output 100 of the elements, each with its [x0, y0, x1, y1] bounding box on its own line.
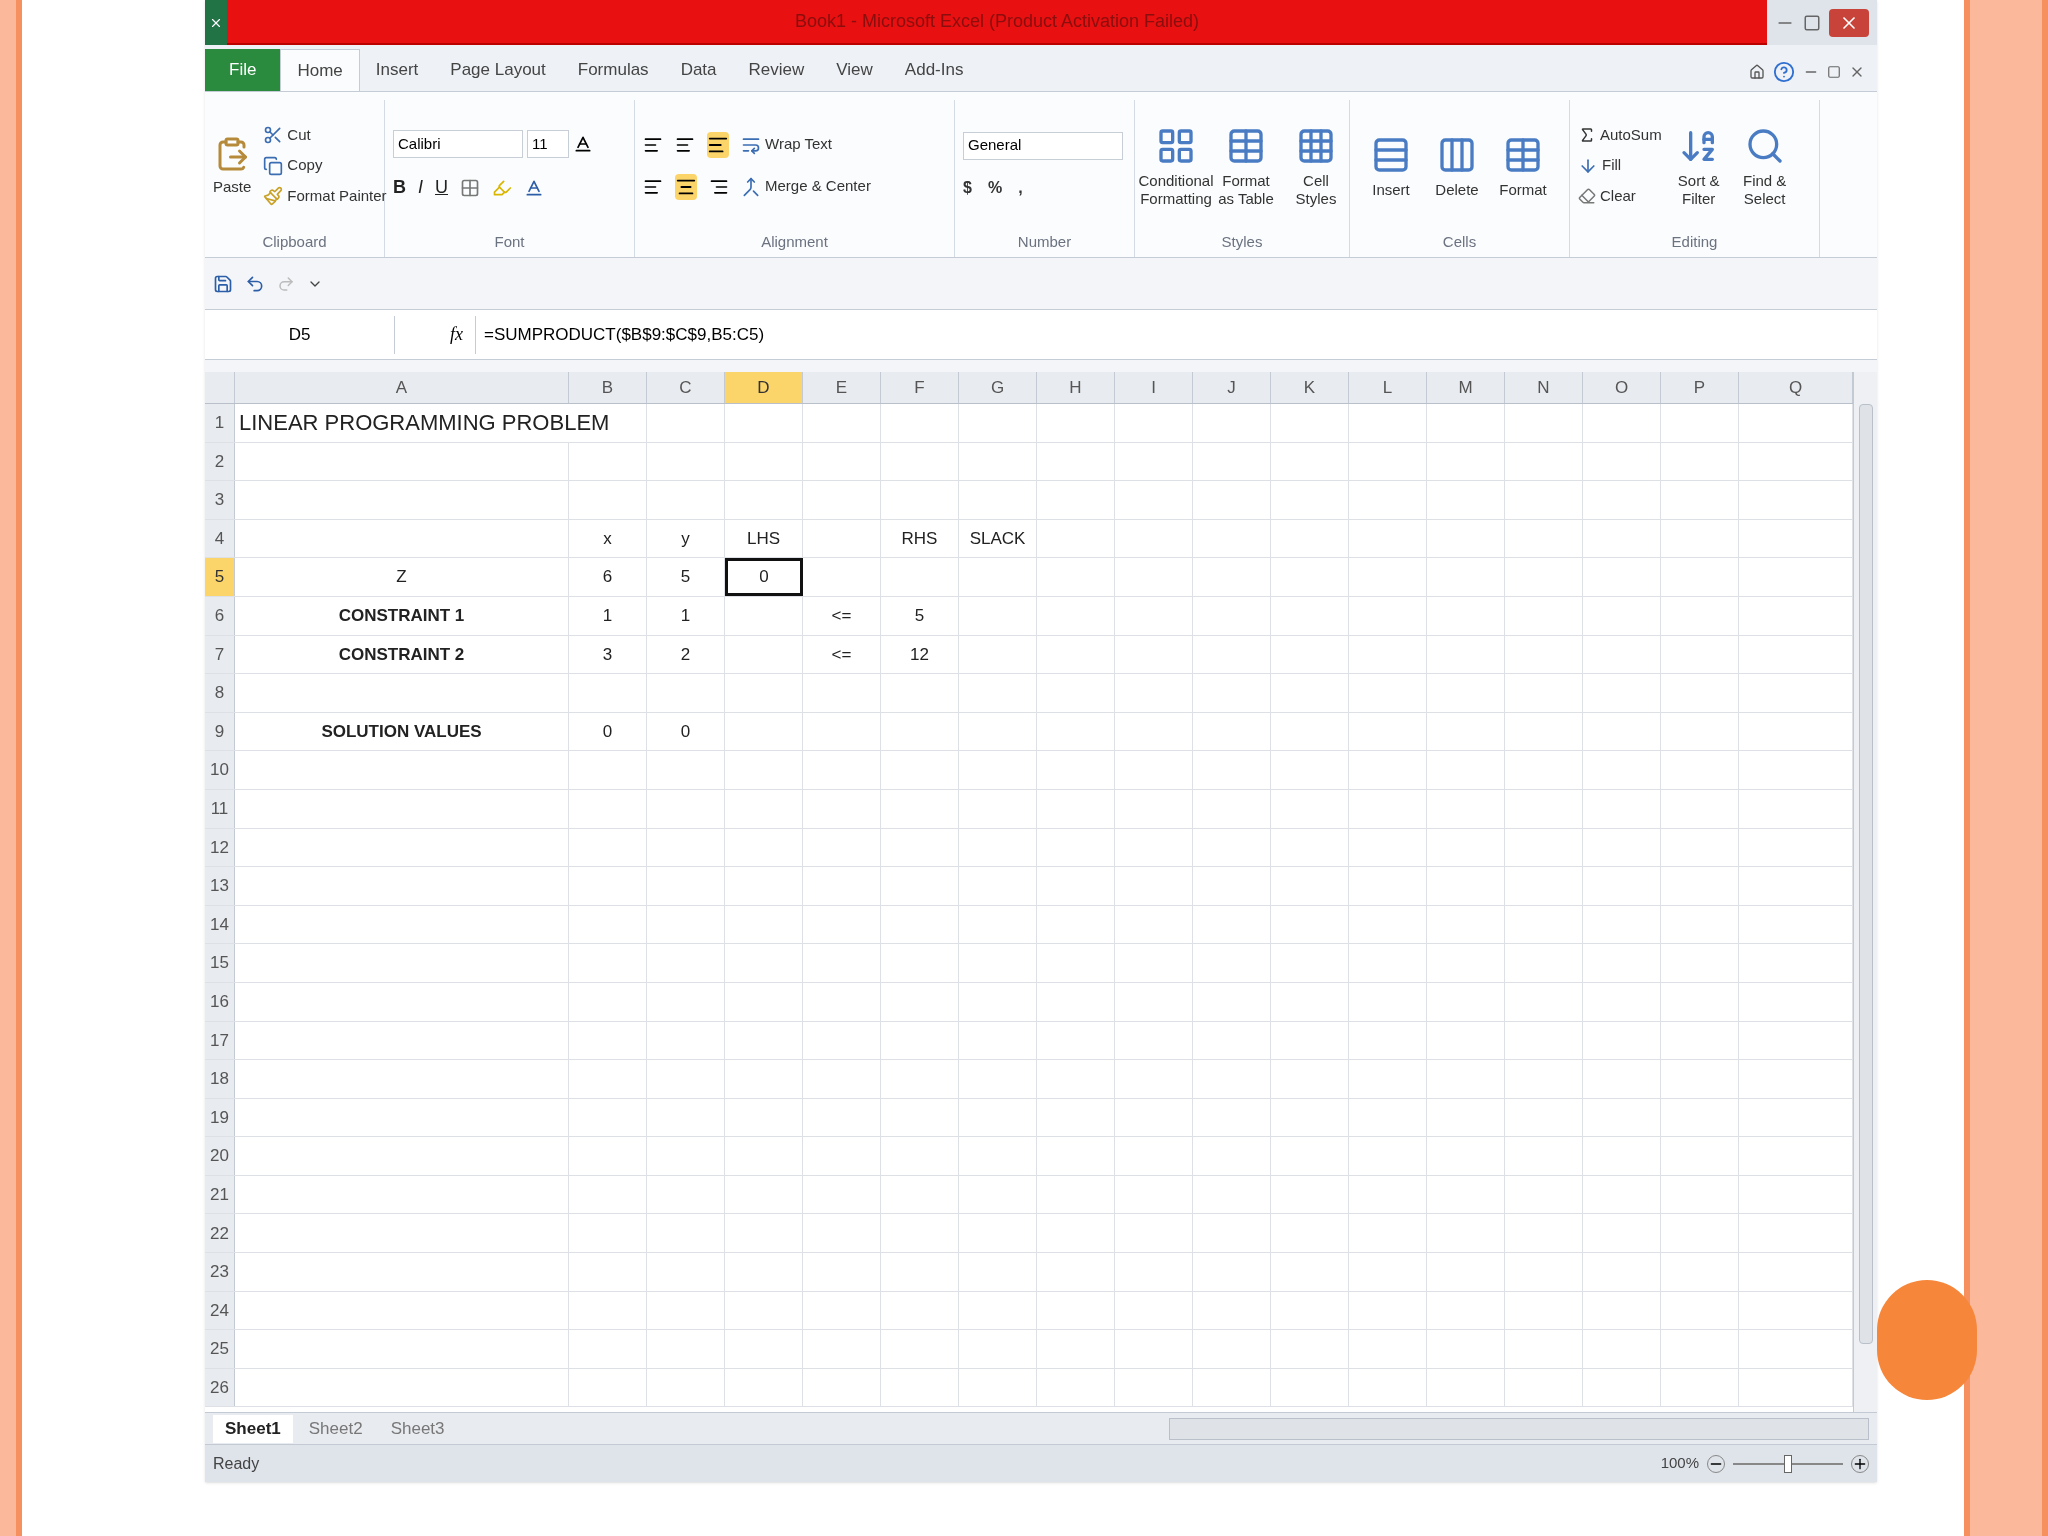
row-header[interactable]: 3	[205, 481, 235, 519]
ribbon-tab[interactable]: Add-Ins	[888, 49, 980, 91]
number-format-button[interactable]: $	[963, 175, 972, 200]
borders-icon	[460, 177, 480, 198]
ribbon-command[interactable]: Merge & Center	[741, 175, 871, 198]
style-command[interactable]: Format as Table	[1213, 123, 1279, 208]
row-header[interactable]: 17	[205, 1021, 235, 1060]
merge-icon	[741, 176, 761, 197]
ribbon-tab[interactable]: Review	[732, 49, 821, 91]
row-header[interactable]: 23	[205, 1253, 235, 1291]
ribbon-tab[interactable]: View	[820, 49, 889, 91]
row-header[interactable]: 18	[205, 1060, 235, 1098]
column-header[interactable]: D	[725, 372, 803, 403]
format-button[interactable]: I	[418, 174, 423, 201]
font-size-field[interactable]: 11	[527, 130, 569, 158]
column-header[interactable]: J	[1193, 372, 1271, 403]
number-format-field[interactable]: General	[963, 131, 1123, 160]
ribbon-command[interactable]: Wrap Text	[741, 133, 832, 156]
number-format-button[interactable]: ,	[1018, 175, 1023, 200]
format-button[interactable]: U	[435, 174, 448, 201]
group-label: Alignment	[760, 232, 829, 252]
ribbon-command[interactable]: Copy	[263, 154, 387, 177]
row-header[interactable]: 4	[205, 519, 235, 558]
ribbon-command[interactable]: Cut	[263, 123, 387, 147]
column-header[interactable]: K	[1271, 372, 1349, 403]
format-button[interactable]: B	[393, 174, 406, 201]
ribbon-command[interactable]: AutoSum	[1578, 123, 1662, 147]
column-header[interactable]: M	[1427, 372, 1505, 403]
vertical-scrollbar[interactable]	[1853, 372, 1877, 1412]
formula-field[interactable]: =SUMPRODUCT($B$9:$C$9,B5:C5)	[475, 315, 1877, 354]
ribbon-command[interactable]: Clear	[1578, 184, 1662, 208]
name-box[interactable]: D5	[205, 315, 395, 354]
row-header[interactable]: 9	[205, 712, 235, 751]
ribbon-collapse-icon	[1749, 64, 1765, 80]
row-header[interactable]: 15	[205, 944, 235, 982]
paste-button[interactable]: Paste	[213, 132, 252, 199]
row-header[interactable]: 19	[205, 1098, 235, 1137]
horizontal-scrollbar[interactable]	[1169, 1417, 1869, 1440]
editing-command[interactable]: Find & Select	[1731, 123, 1798, 208]
help-button[interactable]	[1773, 61, 1795, 83]
editing-command[interactable]: Sort & Filter	[1665, 123, 1732, 208]
row-header[interactable]: 6	[205, 596, 235, 635]
ribbon-tab[interactable]: Formulas	[561, 49, 665, 91]
sheet-tab[interactable]: Sheet2	[296, 1414, 375, 1443]
column-header[interactable]: B	[569, 372, 647, 403]
ribbon-tab[interactable]: Page Layout	[434, 49, 562, 91]
row-header[interactable]: 20	[205, 1137, 235, 1175]
row-header[interactable]: 2	[205, 442, 235, 481]
row-header[interactable]: 7	[205, 635, 235, 674]
row-header[interactable]: 21	[205, 1175, 235, 1214]
restore-button[interactable]	[1827, 65, 1841, 79]
ribbon-command[interactable]: Format Painter	[263, 184, 387, 208]
column-header[interactable]: O	[1583, 372, 1661, 403]
table-cell: CONSTRAINT 2	[235, 635, 569, 674]
cells-command[interactable]: Format	[1490, 132, 1556, 199]
align-center-icon	[675, 173, 697, 200]
ribbon-tab[interactable]: Insert	[359, 49, 435, 91]
zoom-slider[interactable]	[1733, 1453, 1843, 1474]
row-header[interactable]: 10	[205, 751, 235, 789]
sheet-tab[interactable]: Sheet3	[378, 1414, 457, 1443]
ribbon-tab[interactable]: Data	[664, 49, 733, 91]
row-header[interactable]: 1	[205, 404, 235, 442]
row-header[interactable]: 25	[205, 1330, 235, 1368]
table-cell: 6	[569, 558, 647, 596]
column-header[interactable]: I	[1115, 372, 1193, 403]
undo-button[interactable]	[245, 273, 265, 294]
row-header[interactable]: 24	[205, 1291, 235, 1330]
style-command[interactable]: Cell Styles	[1283, 123, 1349, 208]
table-cell: 12	[881, 635, 959, 674]
column-header[interactable]: P	[1661, 372, 1739, 403]
column-header[interactable]: A	[235, 372, 569, 403]
ribbon-tab[interactable]: Home	[280, 49, 360, 91]
column-header[interactable]: H	[1037, 372, 1115, 403]
column-header[interactable]: F	[881, 372, 959, 403]
row-header[interactable]: 8	[205, 674, 235, 712]
row-header[interactable]: 16	[205, 982, 235, 1021]
file-tab[interactable]: File	[205, 49, 281, 91]
paintbrush-icon	[263, 186, 284, 206]
column-header[interactable]: L	[1349, 372, 1427, 403]
number-format-button[interactable]: %	[987, 175, 1003, 200]
save-button[interactable]	[213, 273, 233, 294]
column-header[interactable]: E	[803, 372, 881, 403]
row-header[interactable]: 14	[205, 905, 235, 944]
row-header[interactable]: 26	[205, 1368, 235, 1407]
ribbon-command[interactable]: Fill	[1578, 154, 1662, 177]
column-header[interactable]: N	[1505, 372, 1583, 403]
cells-command[interactable]: Delete	[1424, 132, 1490, 199]
font-name-field[interactable]: Calibri	[393, 130, 523, 158]
maximize-button[interactable]	[1803, 13, 1821, 32]
column-header[interactable]: G	[959, 372, 1037, 403]
row-header[interactable]: 13	[205, 867, 235, 905]
row-header[interactable]: 5	[205, 558, 235, 596]
cells-command[interactable]: Insert	[1358, 132, 1424, 199]
row-header[interactable]: 22	[205, 1214, 235, 1253]
sheet-tab[interactable]: Sheet1	[213, 1414, 293, 1443]
slider-thumb[interactable]	[1784, 1454, 1792, 1473]
close-button[interactable]	[1829, 8, 1869, 37]
table-cell: 5	[881, 596, 959, 635]
row-header[interactable]: 11	[205, 789, 235, 828]
row-header[interactable]: 12	[205, 828, 235, 867]
